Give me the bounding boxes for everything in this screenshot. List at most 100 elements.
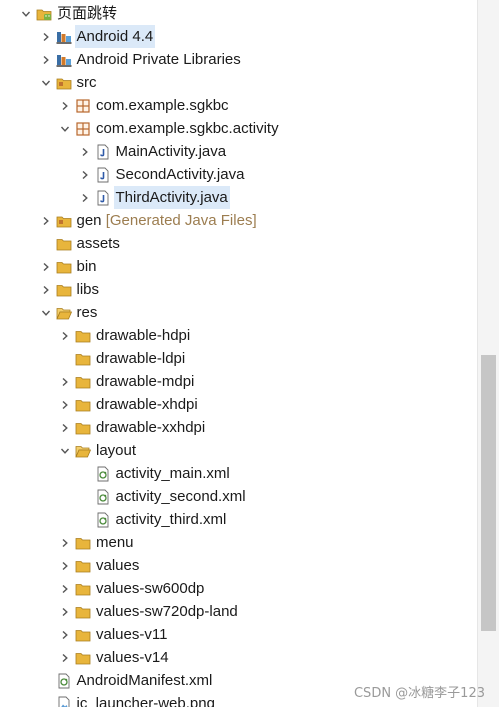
tree-item[interactable]: bin bbox=[0, 255, 478, 278]
tree-item-label: drawable-ldpi bbox=[96, 350, 186, 367]
tree-item[interactable]: values-sw720dp-land bbox=[0, 600, 478, 623]
chevron-down-icon[interactable] bbox=[20, 8, 32, 20]
tree-item[interactable]: MainActivity.java bbox=[0, 140, 478, 163]
folder-icon bbox=[56, 282, 72, 298]
tree-item-label: activity_third.xml bbox=[115, 511, 227, 528]
chevron-right-icon[interactable] bbox=[59, 422, 71, 434]
chevron-down-icon[interactable] bbox=[59, 445, 71, 457]
tree-item[interactable]: SecondActivity.java bbox=[0, 163, 478, 186]
tree-item[interactable]: activity_second.xml bbox=[0, 485, 478, 508]
tree-item[interactable]: drawable-xhdpi bbox=[0, 393, 478, 416]
vertical-scrollbar[interactable] bbox=[477, 0, 499, 707]
chevron-right-icon[interactable] bbox=[40, 54, 52, 66]
tree-item[interactable]: drawable-ldpi bbox=[0, 347, 478, 370]
tree-item[interactable]: ThirdActivity.java bbox=[0, 186, 478, 209]
tree-item[interactable]: values-v14 bbox=[0, 646, 478, 669]
package-icon bbox=[75, 98, 91, 114]
tree-item[interactable]: gen [Generated Java Files] bbox=[0, 209, 478, 232]
tree-item-label: drawable-xxhdpi bbox=[96, 419, 206, 436]
tree-item-label: gen [Generated Java Files] bbox=[76, 212, 257, 229]
chevron-right-icon[interactable] bbox=[59, 583, 71, 595]
tree-item[interactable]: 页面跳转 bbox=[0, 2, 478, 25]
chevron-right-icon[interactable] bbox=[40, 284, 52, 296]
android-project-icon bbox=[36, 6, 52, 22]
tree-item-label: drawable-mdpi bbox=[96, 373, 195, 390]
chevron-right-icon[interactable] bbox=[59, 330, 71, 342]
tree-item[interactable]: menu bbox=[0, 531, 478, 554]
folder-icon bbox=[75, 328, 91, 344]
tree-item[interactable]: layout bbox=[0, 439, 478, 462]
tree-item[interactable]: activity_main.xml bbox=[0, 462, 478, 485]
xml-file-icon bbox=[95, 466, 111, 482]
library-icon bbox=[56, 52, 72, 68]
chevron-right-icon[interactable] bbox=[79, 146, 91, 158]
tree-item-label: res bbox=[76, 304, 98, 321]
chevron-right-icon[interactable] bbox=[40, 215, 52, 227]
tree-item-label: values-sw720dp-land bbox=[96, 603, 238, 620]
tree-item[interactable]: drawable-xxhdpi bbox=[0, 416, 478, 439]
xml-file-icon bbox=[95, 512, 111, 528]
java-file-icon bbox=[95, 167, 111, 183]
tree-item-label: values-sw600dp bbox=[96, 580, 205, 597]
chevron-right-icon[interactable] bbox=[59, 560, 71, 572]
folder-open-icon bbox=[75, 443, 91, 459]
tree-item[interactable]: libs bbox=[0, 278, 478, 301]
tree-item-label: activity_main.xml bbox=[115, 465, 230, 482]
tree-item-label: libs bbox=[76, 281, 100, 298]
tree-item-label: bin bbox=[76, 258, 97, 275]
chevron-down-icon[interactable] bbox=[40, 77, 52, 89]
tree-item-label: com.example.sgkbc.activity bbox=[96, 120, 279, 137]
chevron-right-icon[interactable] bbox=[79, 169, 91, 181]
folder-icon bbox=[75, 420, 91, 436]
scrollbar-thumb[interactable] bbox=[481, 355, 496, 631]
tree-item[interactable]: res bbox=[0, 301, 478, 324]
tree-item[interactable]: activity_third.xml bbox=[0, 508, 478, 531]
tree-item-label: drawable-xhdpi bbox=[96, 396, 198, 413]
chevron-right-icon[interactable] bbox=[59, 399, 71, 411]
folder-icon bbox=[75, 397, 91, 413]
java-file-icon bbox=[95, 190, 111, 206]
folder-icon bbox=[75, 627, 91, 643]
tree-item[interactable]: drawable-hdpi bbox=[0, 324, 478, 347]
tree-item-label: src bbox=[76, 74, 97, 91]
chevron-down-icon[interactable] bbox=[40, 307, 52, 319]
tree-item-label: assets bbox=[76, 235, 120, 252]
tree-item-label: SecondActivity.java bbox=[115, 166, 245, 183]
tree-item-label: drawable-hdpi bbox=[96, 327, 191, 344]
tree-item-label: Android 4.4 bbox=[74, 25, 156, 48]
tree-item[interactable]: values-sw600dp bbox=[0, 577, 478, 600]
chevron-down-icon[interactable] bbox=[59, 123, 71, 135]
chevron-right-icon[interactable] bbox=[59, 629, 71, 641]
tree-item-label: AndroidManifest.xml bbox=[76, 672, 213, 689]
chevron-right-icon[interactable] bbox=[79, 192, 91, 204]
chevron-right-icon[interactable] bbox=[59, 652, 71, 664]
tree-item[interactable]: values-v11 bbox=[0, 623, 478, 646]
tree-item[interactable]: assets bbox=[0, 232, 478, 255]
chevron-right-icon[interactable] bbox=[40, 261, 52, 273]
chevron-right-icon[interactable] bbox=[40, 31, 52, 43]
tree-item[interactable]: Android 4.4 bbox=[0, 25, 478, 48]
folder-icon bbox=[75, 374, 91, 390]
tree-item-label: values bbox=[96, 557, 140, 574]
chevron-right-icon[interactable] bbox=[59, 537, 71, 549]
folder-icon bbox=[56, 236, 72, 252]
tree-item-label: MainActivity.java bbox=[115, 143, 227, 160]
java-file-icon bbox=[95, 144, 111, 160]
folder-icon bbox=[75, 558, 91, 574]
folder-icon bbox=[75, 535, 91, 551]
tree-item[interactable]: com.example.sgkbc.activity bbox=[0, 117, 478, 140]
chevron-right-icon[interactable] bbox=[59, 606, 71, 618]
chevron-right-icon[interactable] bbox=[59, 376, 71, 388]
tree-item[interactable]: Android Private Libraries bbox=[0, 48, 478, 71]
tree-item-label: values-v11 bbox=[96, 626, 168, 643]
tree-item-label: ic_launcher-web.png bbox=[76, 695, 215, 707]
tree-item[interactable]: drawable-mdpi bbox=[0, 370, 478, 393]
tree-item[interactable]: com.example.sgkbc bbox=[0, 94, 478, 117]
tree-item-label: 页面跳转 bbox=[57, 5, 118, 22]
tree-item-label: ThirdActivity.java bbox=[113, 186, 230, 209]
tree-item[interactable]: values bbox=[0, 554, 478, 577]
chevron-right-icon[interactable] bbox=[59, 100, 71, 112]
image-file-icon bbox=[56, 696, 72, 707]
folder-open-icon bbox=[55, 305, 72, 321]
tree-item[interactable]: src bbox=[0, 71, 478, 94]
